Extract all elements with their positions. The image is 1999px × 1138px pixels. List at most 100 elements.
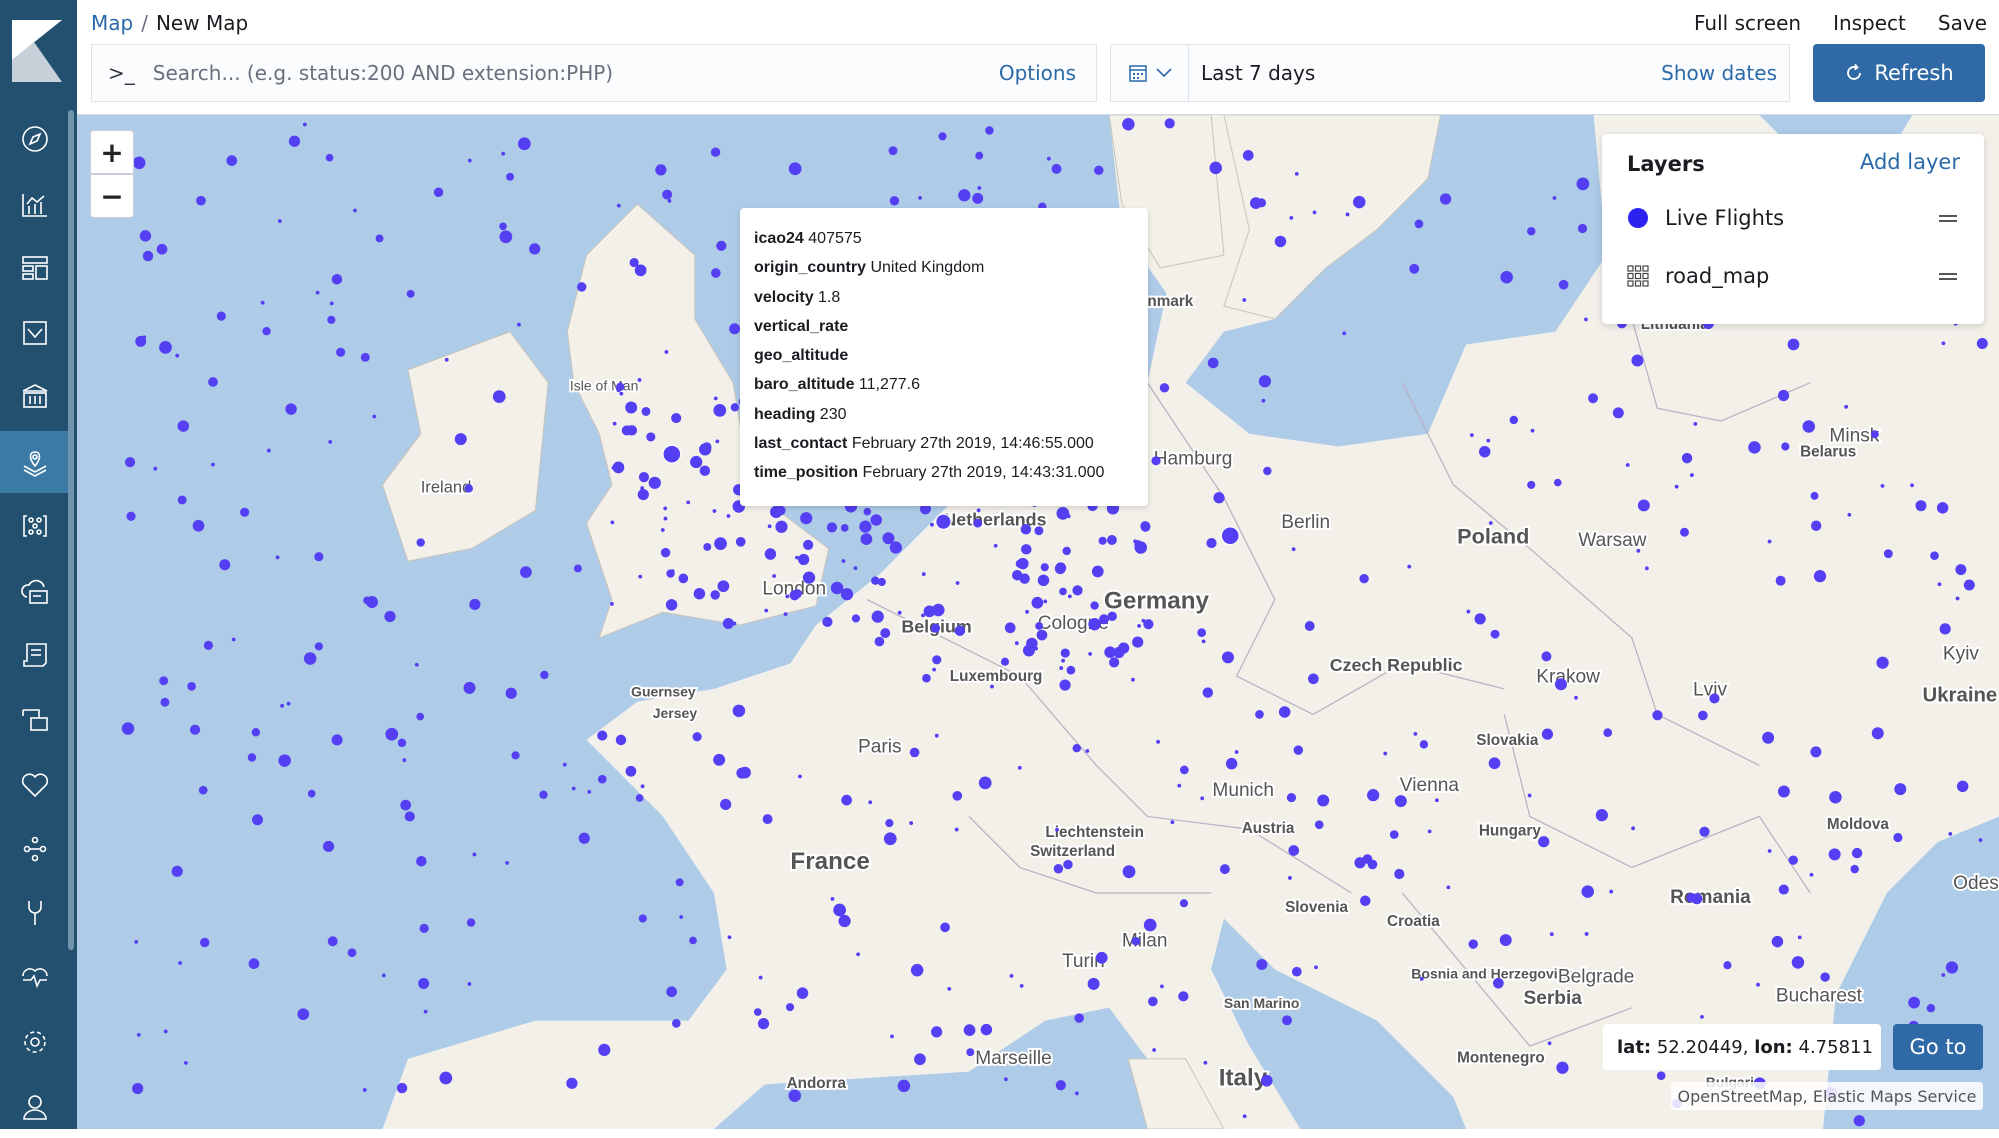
flight-point[interactable] <box>1941 341 1946 346</box>
flight-point[interactable] <box>853 566 858 570</box>
flight-point[interactable] <box>203 640 214 650</box>
flight-point[interactable] <box>856 952 861 957</box>
flight-point[interactable] <box>1034 526 1044 536</box>
flight-point[interactable] <box>1549 932 1554 937</box>
flight-point[interactable] <box>1698 710 1708 721</box>
flight-point[interactable] <box>1680 527 1689 537</box>
flight-point[interactable] <box>610 602 614 606</box>
flight-point[interactable] <box>940 922 950 933</box>
flight-point[interactable] <box>1152 1048 1157 1052</box>
flight-point[interactable] <box>142 250 154 262</box>
flight-point[interactable] <box>802 571 816 584</box>
flight-point[interactable] <box>930 522 934 527</box>
flight-point[interactable] <box>675 878 684 887</box>
flight-point[interactable] <box>219 559 231 571</box>
flight-point[interactable] <box>830 896 835 901</box>
flight-point[interactable] <box>963 1024 976 1037</box>
flight-point[interactable] <box>1674 484 1679 489</box>
flight-point[interactable] <box>469 598 481 611</box>
flight-point[interactable] <box>1000 657 1010 666</box>
flight-point[interactable] <box>851 614 861 623</box>
flight-point[interactable] <box>529 243 541 255</box>
flight-point[interactable] <box>1588 393 1599 404</box>
flight-point[interactable] <box>1055 827 1059 832</box>
flight-point[interactable] <box>934 733 939 738</box>
flight-point[interactable] <box>1043 599 1048 604</box>
flight-point[interactable] <box>303 652 317 665</box>
flight-point[interactable] <box>1060 648 1070 658</box>
flight-point[interactable] <box>1294 171 1299 176</box>
flight-point[interactable] <box>973 518 983 528</box>
flight-point[interactable] <box>297 1008 310 1021</box>
flight-point[interactable] <box>789 590 800 601</box>
flight-point[interactable] <box>1040 563 1049 572</box>
flight-point[interactable] <box>1072 585 1083 596</box>
flight-point[interactable] <box>1074 1013 1084 1023</box>
flight-point[interactable] <box>870 514 882 526</box>
flight-point[interactable] <box>1180 765 1189 775</box>
flight-point[interactable] <box>366 596 378 609</box>
flight-point[interactable] <box>492 390 506 403</box>
flight-point[interactable] <box>615 734 627 746</box>
flight-point[interactable] <box>679 915 684 919</box>
flight-point[interactable] <box>1419 976 1424 981</box>
flight-point[interactable] <box>381 973 386 978</box>
flight-point[interactable] <box>1689 473 1694 477</box>
flight-point[interactable] <box>1797 935 1802 940</box>
flight-point[interactable] <box>1810 746 1822 758</box>
flight-point[interactable] <box>1956 780 1969 793</box>
sidebar-item-logs[interactable] <box>0 624 70 686</box>
flight-point[interactable] <box>1656 1071 1666 1081</box>
flight-point[interactable] <box>975 151 984 160</box>
flight-point[interactable] <box>1541 651 1552 662</box>
flight-point[interactable] <box>505 687 517 699</box>
flight-point[interactable] <box>1177 783 1182 788</box>
flight-point[interactable] <box>598 1043 611 1057</box>
flight-point[interactable] <box>732 621 737 626</box>
flight-point[interactable] <box>980 1023 993 1036</box>
flight-point[interactable] <box>1353 195 1366 209</box>
flight-point[interactable] <box>663 506 668 511</box>
flight-point[interactable] <box>1132 636 1144 648</box>
flight-point[interactable] <box>1003 1077 1008 1082</box>
flight-point[interactable] <box>1478 445 1491 458</box>
flight-point[interactable] <box>562 762 567 767</box>
flight-point[interactable] <box>690 455 703 469</box>
flight-point[interactable] <box>444 357 449 362</box>
flight-point[interactable] <box>226 155 238 166</box>
flight-point[interactable] <box>726 514 731 518</box>
flight-point[interactable] <box>1367 859 1378 870</box>
flight-point[interactable] <box>1056 506 1070 520</box>
flight-point[interactable] <box>285 403 297 415</box>
flight-point[interactable] <box>722 617 734 629</box>
sidebar-item-canvas[interactable] <box>0 302 70 364</box>
flight-point[interactable] <box>1976 338 1988 350</box>
flight-point[interactable] <box>1170 820 1175 825</box>
flight-point[interactable] <box>1681 452 1693 464</box>
flight-point[interactable] <box>1148 996 1158 1007</box>
flight-point[interactable] <box>930 623 941 633</box>
flight-point[interactable] <box>277 219 282 223</box>
flight-point[interactable] <box>670 569 675 574</box>
flight-point[interactable] <box>1427 829 1432 834</box>
flight-point[interactable] <box>909 747 920 758</box>
flight-point[interactable] <box>1304 621 1315 631</box>
flight-point[interactable] <box>977 186 982 190</box>
flight-point[interactable] <box>1876 656 1889 669</box>
flight-point[interactable] <box>200 937 210 948</box>
flight-point[interactable] <box>372 414 377 419</box>
flight-point[interactable] <box>1926 1003 1936 1013</box>
flight-point[interactable] <box>1009 974 1014 978</box>
flight-point[interactable] <box>1085 749 1090 753</box>
flight-point[interactable] <box>1345 212 1350 217</box>
flight-point[interactable] <box>885 819 894 828</box>
flight-point[interactable] <box>472 852 477 857</box>
flight-point[interactable] <box>501 151 506 156</box>
flight-point[interactable] <box>1844 404 1849 409</box>
flight-point[interactable] <box>1778 884 1789 895</box>
flight-point[interactable] <box>573 564 582 573</box>
sidebar-item-uptime[interactable] <box>0 689 70 751</box>
flight-point[interactable] <box>262 326 271 336</box>
flight-point[interactable] <box>587 789 592 794</box>
flight-point[interactable] <box>1762 731 1775 744</box>
